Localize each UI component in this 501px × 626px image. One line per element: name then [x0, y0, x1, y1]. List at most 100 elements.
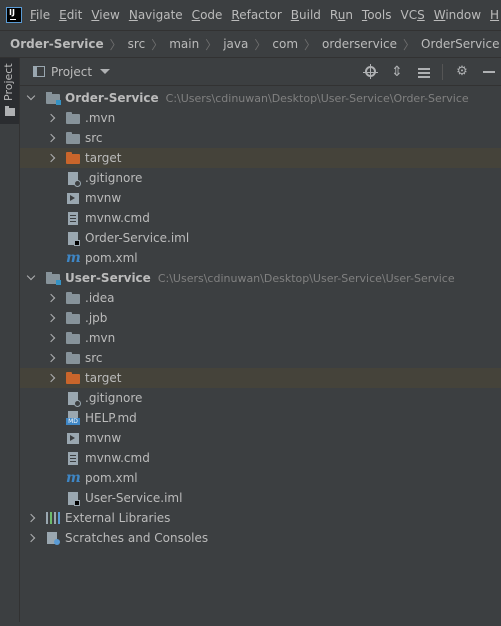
tree-node[interactable]: Scratches and Consoles	[20, 528, 501, 548]
tree-node[interactable]: .mvn	[20, 328, 501, 348]
chevron-right-icon[interactable]	[26, 513, 36, 523]
menu-item[interactable]: Tools	[362, 8, 397, 22]
menu-item[interactable]: Navigate	[129, 8, 188, 22]
tree-node-label: Order-Service.iml	[85, 231, 190, 245]
breadcrumb-item[interactable]: Order-Service	[10, 37, 104, 51]
menu-item[interactable]: Code	[192, 8, 228, 22]
excluded-folder-icon	[66, 372, 80, 384]
tree-node[interactable]: .gitignore	[20, 168, 501, 188]
tree-node[interactable]: src	[20, 128, 501, 148]
excluded-folder-icon	[66, 152, 80, 164]
panel-toolbar: ⇕ ⚙	[351, 58, 501, 85]
intellij-logo-icon[interactable]	[6, 7, 22, 23]
chevron-right-icon[interactable]	[46, 133, 56, 143]
text-file-icon	[68, 211, 78, 225]
tree-node[interactable]: Order-Service.iml	[20, 228, 501, 248]
tree-node-label: .mvn	[85, 111, 116, 125]
tree-node[interactable]: .jpb	[20, 308, 501, 328]
tree-node[interactable]: .idea	[20, 288, 501, 308]
settings-button[interactable]: ⚙	[454, 64, 470, 80]
breadcrumb-item[interactable]: src	[128, 37, 146, 51]
menu-item-mnemonic: N	[128, 8, 138, 22]
gitignore-file-icon	[68, 171, 81, 187]
tree-node[interactable]: mvnw.cmd	[20, 448, 501, 468]
chevron-right-icon: 〉	[254, 37, 267, 52]
chevron-right-icon[interactable]	[26, 533, 36, 543]
folder-icon	[66, 112, 80, 124]
menu-item[interactable]: VCS	[401, 8, 430, 22]
select-opened-file-button[interactable]	[362, 64, 378, 80]
tree-node[interactable]: mvnw	[20, 428, 501, 448]
project-tool-tab[interactable]: Project	[0, 58, 19, 124]
tree-node[interactable]: src	[20, 348, 501, 368]
tree-node[interactable]: Order-Service C:\Users\cdinuwan\Desktop\U…	[20, 88, 501, 108]
chevron-down-icon[interactable]	[26, 273, 36, 283]
tree-node[interactable]: HELP.md	[20, 408, 501, 428]
expand-all-button[interactable]: ⇕	[389, 64, 405, 80]
breadcrumb-item[interactable]: OrderService	[421, 37, 499, 51]
menu-item[interactable]: Window	[434, 8, 486, 22]
folder-icon	[5, 106, 15, 116]
tree-node-label: External Libraries	[65, 511, 171, 525]
chevron-right-icon[interactable]	[46, 153, 56, 163]
tree-node[interactable]: target	[20, 148, 501, 168]
minimize-icon	[483, 70, 495, 73]
tree-node[interactable]: mvnw	[20, 188, 501, 208]
tree-node[interactable]: m pom.xml	[20, 468, 501, 488]
menu-item[interactable]: Run	[330, 8, 358, 22]
maven-icon: m	[66, 250, 81, 266]
executable-file-icon	[67, 193, 79, 204]
chevron-right-icon: 〉	[109, 37, 122, 52]
chevron-right-icon[interactable]	[46, 313, 56, 323]
tree-node-label: .jpb	[85, 311, 108, 325]
tree-node[interactable]: m pom.xml	[20, 248, 501, 268]
menu-item-label: ile	[36, 8, 51, 22]
tree-node[interactable]: .gitignore	[20, 388, 501, 408]
project-panel: Project ⇕ ⚙ Order-Service C:\Users\cdinuw…	[20, 58, 501, 622]
breadcrumb-item[interactable]: java	[223, 37, 248, 51]
folder-icon	[66, 352, 80, 364]
chevron-down-icon[interactable]	[26, 93, 36, 103]
menu-item[interactable]: Refactor	[231, 8, 286, 22]
tree-node-label: .gitignore	[85, 171, 143, 185]
menu-item[interactable]: Edit	[59, 8, 87, 22]
chevron-right-icon[interactable]	[46, 373, 56, 383]
tree-node[interactable]: .mvn	[20, 108, 501, 128]
menu-item[interactable]: H	[490, 8, 501, 22]
breadcrumb-item[interactable]: main	[169, 37, 199, 51]
tree-node[interactable]: User-Service C:\Users\cdinuwan\Desktop\Us…	[20, 268, 501, 288]
menu-item-label: n	[345, 8, 353, 22]
chevron-right-icon[interactable]	[46, 333, 56, 343]
tree-node-label: mvnw	[85, 431, 122, 445]
tree-node-label: User-Service	[65, 271, 151, 285]
tree-node[interactable]: mvnw.cmd	[20, 208, 501, 228]
project-tool-tab-label: Project	[2, 63, 15, 101]
menu-item[interactable]: Build	[291, 8, 326, 22]
tree-node[interactable]: User-Service.iml	[20, 488, 501, 508]
panel-title[interactable]: Project	[51, 65, 92, 79]
libraries-icon	[46, 512, 60, 524]
gear-icon: ⚙	[456, 64, 468, 79]
chevron-right-icon[interactable]	[46, 293, 56, 303]
view-selector-dropdown-icon[interactable]	[100, 69, 111, 74]
menu-item-label: uild	[299, 8, 321, 22]
chevron-right-icon[interactable]	[46, 113, 56, 123]
hide-panel-button[interactable]	[481, 64, 497, 80]
tree-node[interactable]: External Libraries	[20, 508, 501, 528]
folder-icon	[66, 312, 80, 324]
menu-item[interactable]: File	[30, 8, 55, 22]
tree-node-label: pom.xml	[85, 471, 138, 485]
breadcrumb-item[interactable]: com	[272, 37, 298, 51]
menu-item-mnemonic: H	[490, 8, 500, 22]
menu-item[interactable]: View	[91, 8, 124, 22]
breadcrumb-item[interactable]: orderservice	[322, 37, 397, 51]
tree-node[interactable]: target	[20, 368, 501, 388]
chevron-right-icon: 〉	[304, 37, 317, 52]
tree-node-label: pom.xml	[85, 251, 138, 265]
collapse-all-button[interactable]	[416, 64, 432, 80]
chevron-right-icon[interactable]	[46, 353, 56, 363]
